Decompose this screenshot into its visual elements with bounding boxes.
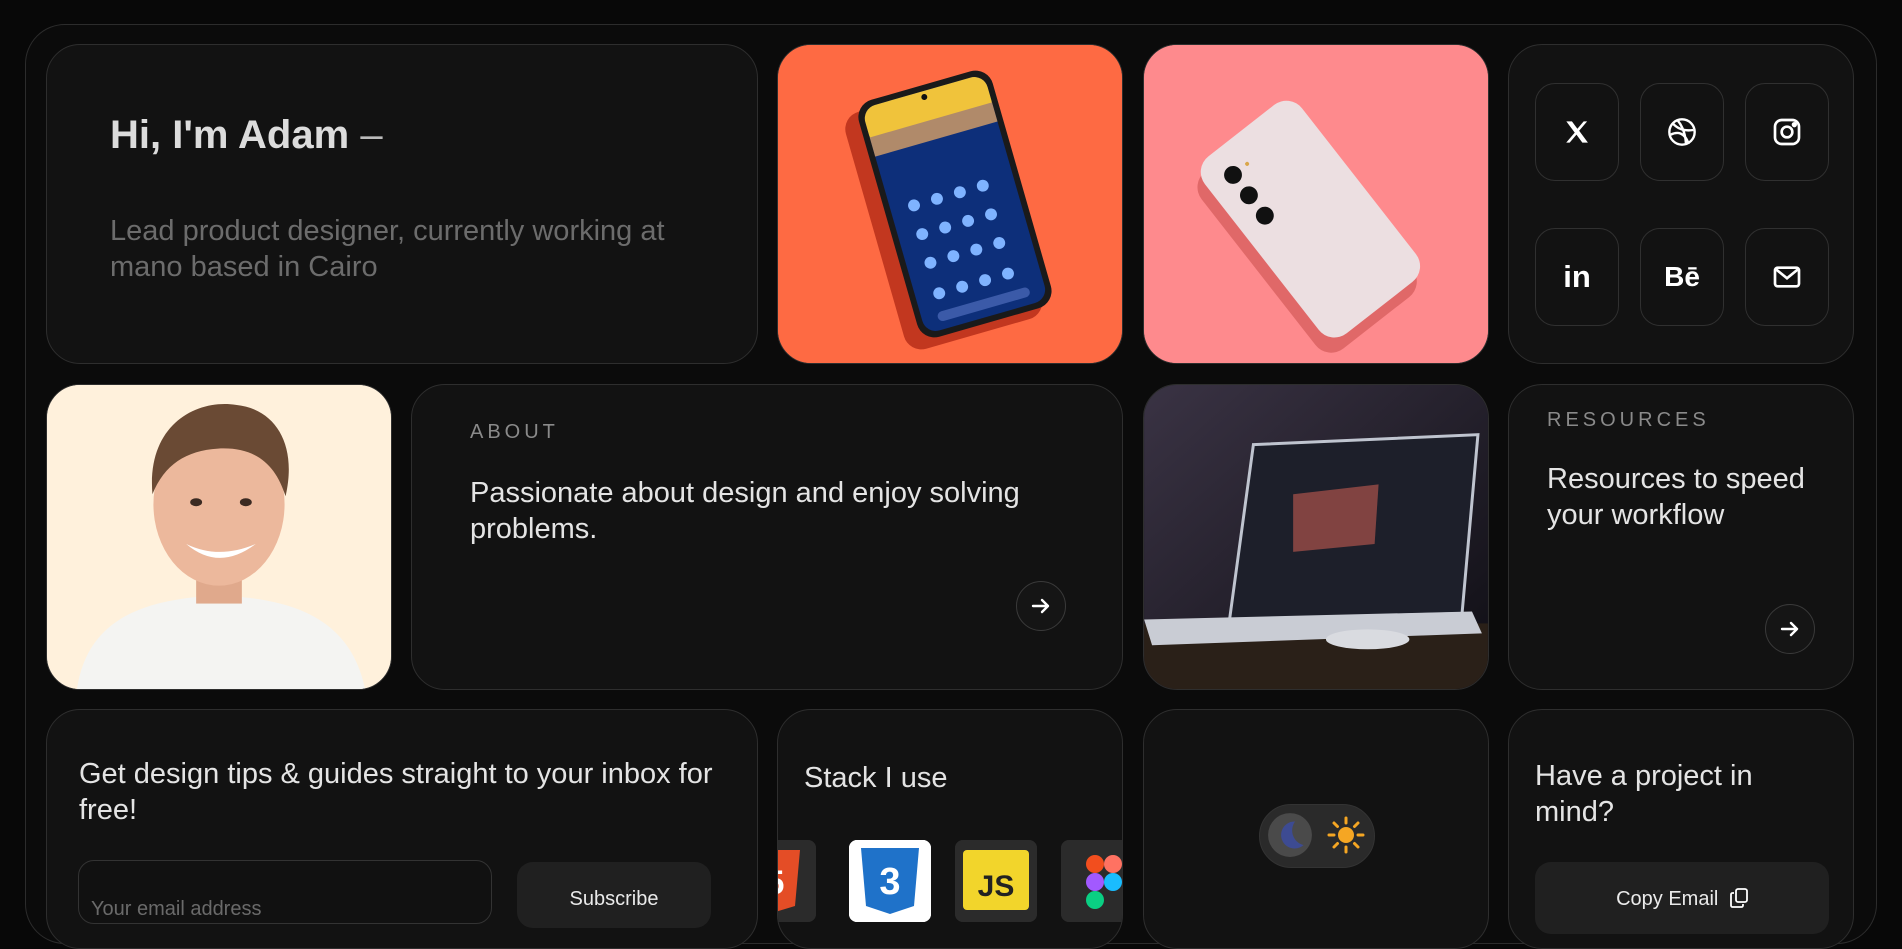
- arrow-right-icon: [1780, 621, 1799, 637]
- linkedin-icon: in: [1563, 259, 1591, 294]
- svg-text:5: 5: [777, 864, 784, 902]
- contact-card: Have a project in mind? Copy Email: [1508, 709, 1854, 949]
- instagram-icon: [1773, 118, 1801, 146]
- behance-link[interactable]: Bē: [1640, 228, 1724, 326]
- mail-icon: [1773, 266, 1801, 288]
- intro-subtitle: Lead product designer, currently working…: [110, 215, 665, 283]
- arrow-right-icon: [1031, 598, 1050, 614]
- resources-card: RESOURCES Resources to speed your workfl…: [1508, 384, 1854, 690]
- stack-card: Stack I use 5 3 JS: [777, 709, 1123, 949]
- linkedin-link[interactable]: in: [1535, 228, 1619, 326]
- laptop-photo: [1143, 384, 1489, 690]
- copy-email-label: Copy Email: [1616, 888, 1719, 910]
- phone-photo-orange: [777, 44, 1123, 364]
- email-input[interactable]: [78, 860, 492, 924]
- js-label: JS: [978, 870, 1015, 903]
- moon-icon: [1268, 813, 1312, 857]
- phone-photo-pink: [1143, 44, 1489, 364]
- resources-arrow-button[interactable]: [1765, 604, 1815, 654]
- about-card: ABOUT Passionate about design and enjoy …: [411, 384, 1123, 690]
- stack-title: Stack I use: [804, 762, 948, 794]
- mail-link[interactable]: [1745, 228, 1829, 326]
- instagram-link[interactable]: [1745, 83, 1829, 181]
- behance-icon: Bē: [1664, 261, 1700, 292]
- title-dash: –: [360, 113, 383, 157]
- newsletter-card: Get design tips & guides straight to you…: [46, 709, 758, 949]
- about-text: Passionate about design and enjoy solvin…: [470, 477, 1020, 545]
- portrait-photo: [46, 384, 392, 690]
- copy-email-button[interactable]: Copy Email: [1535, 862, 1829, 934]
- contact-title: Have a project in mind?: [1535, 760, 1753, 828]
- theme-toggle[interactable]: [1259, 804, 1375, 868]
- dribbble-icon: [1668, 118, 1696, 146]
- resources-eyebrow: RESOURCES: [1547, 409, 1710, 431]
- social-card: in Bē: [1508, 44, 1854, 364]
- css3-label: 3: [879, 861, 900, 903]
- about-eyebrow: ABOUT: [470, 421, 559, 443]
- copy-icon: [1730, 888, 1748, 908]
- intro-title: Hi, I'm Adam –: [110, 113, 383, 157]
- intro-card: Hi, I'm Adam – Lead product designer, cu…: [46, 44, 758, 364]
- resources-text: Resources to speed your workflow: [1547, 463, 1805, 531]
- about-arrow-button[interactable]: [1016, 581, 1066, 631]
- theme-card: [1143, 709, 1489, 949]
- subscribe-button[interactable]: Subscribe: [517, 862, 711, 928]
- newsletter-title: Get design tips & guides straight to you…: [79, 758, 713, 826]
- sun-icon: [1327, 816, 1365, 854]
- x-link[interactable]: [1535, 83, 1619, 181]
- dribbble-link[interactable]: [1640, 83, 1724, 181]
- x-icon: [1566, 121, 1588, 143]
